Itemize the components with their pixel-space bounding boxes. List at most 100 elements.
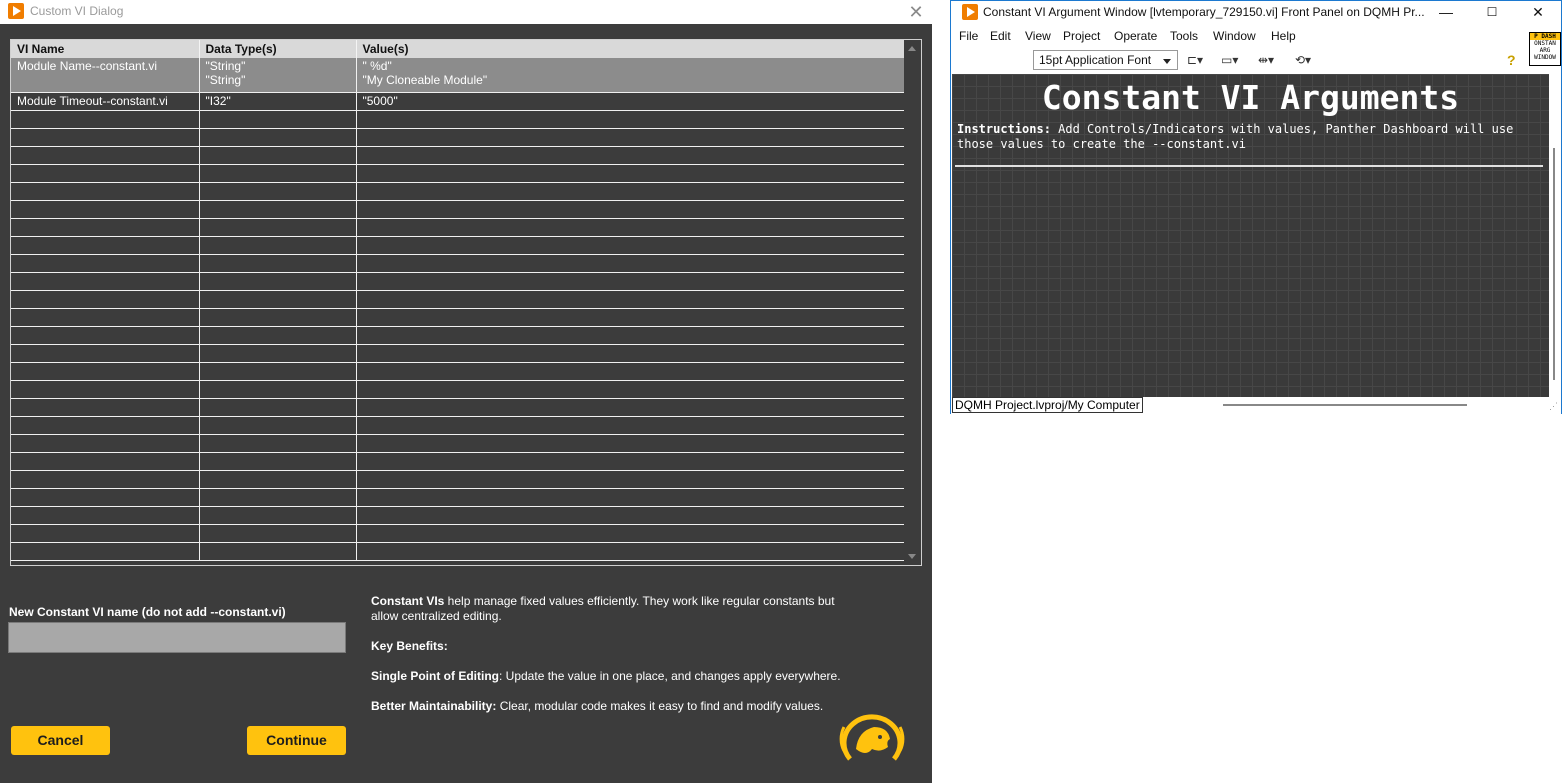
empty-cell[interactable] xyxy=(199,200,357,219)
menu-window[interactable]: Window xyxy=(1213,29,1256,43)
empty-cell[interactable] xyxy=(356,524,905,543)
constant-vi-table[interactable]: VI Name Data Type(s) Value(s) Module Nam… xyxy=(10,39,922,566)
empty-cell[interactable] xyxy=(199,218,357,237)
empty-cell[interactable] xyxy=(356,164,905,183)
empty-cell[interactable] xyxy=(356,344,905,363)
column-header-vi-name[interactable]: VI Name xyxy=(11,40,200,58)
table-row[interactable]: Module Name--constant.vi "String" "Strin… xyxy=(11,58,905,93)
front-panel-canvas[interactable]: Constant VI Arguments Instructions: Add … xyxy=(952,74,1549,397)
cell-vi-name[interactable]: Module Timeout--constant.vi xyxy=(11,92,200,111)
empty-cell[interactable] xyxy=(356,452,905,471)
empty-cell[interactable] xyxy=(11,434,200,453)
menu-file[interactable]: File xyxy=(959,29,978,43)
align-objects-icon[interactable]: ⊏▾ xyxy=(1187,52,1211,68)
vi-icon[interactable]: P DASH ONSTAN ARG WINDOW xyxy=(1529,32,1561,66)
cancel-button[interactable]: Cancel xyxy=(11,726,110,755)
empty-cell[interactable] xyxy=(199,362,357,381)
empty-cell[interactable] xyxy=(11,542,200,561)
empty-table-row[interactable] xyxy=(11,146,905,165)
empty-cell[interactable] xyxy=(11,290,200,309)
empty-cell[interactable] xyxy=(199,488,357,507)
menu-tools[interactable]: Tools xyxy=(1170,29,1198,43)
reorder-icon[interactable]: ⟲▾ xyxy=(1295,52,1319,68)
horizontal-scrollbar[interactable] xyxy=(1223,404,1467,406)
empty-cell[interactable] xyxy=(11,164,200,183)
empty-cell[interactable] xyxy=(199,470,357,489)
empty-cell[interactable] xyxy=(199,290,357,309)
resize-objects-icon[interactable]: ⇹▾ xyxy=(1258,52,1282,68)
empty-cell[interactable] xyxy=(11,380,200,399)
table-vertical-scrollbar[interactable] xyxy=(904,40,921,565)
empty-cell[interactable] xyxy=(11,416,200,435)
empty-cell[interactable] xyxy=(11,398,200,417)
empty-table-row[interactable] xyxy=(11,272,905,291)
empty-table-row[interactable] xyxy=(11,542,905,561)
empty-cell[interactable] xyxy=(356,416,905,435)
empty-cell[interactable] xyxy=(199,542,357,561)
empty-cell[interactable] xyxy=(11,308,200,327)
empty-cell[interactable] xyxy=(356,290,905,309)
scrollbar-thumb[interactable] xyxy=(1553,148,1555,380)
menu-view[interactable]: View xyxy=(1025,29,1051,43)
font-select[interactable]: 15pt Application Font xyxy=(1033,50,1178,70)
empty-cell[interactable] xyxy=(199,128,357,147)
empty-cell[interactable] xyxy=(11,452,200,471)
column-header-values[interactable]: Value(s) xyxy=(356,40,905,58)
empty-cell[interactable] xyxy=(356,272,905,291)
empty-cell[interactable] xyxy=(356,542,905,561)
cell-data-types[interactable]: "String" "String" xyxy=(199,58,357,93)
empty-cell[interactable] xyxy=(356,506,905,525)
empty-cell[interactable] xyxy=(356,146,905,165)
empty-table-row[interactable] xyxy=(11,362,905,381)
minimize-icon[interactable]: — xyxy=(1423,1,1469,23)
distribute-objects-icon[interactable]: ▭▾ xyxy=(1221,52,1245,68)
menu-project[interactable]: Project xyxy=(1063,29,1100,43)
empty-cell[interactable] xyxy=(356,110,905,129)
empty-table-row[interactable] xyxy=(11,326,905,345)
empty-cell[interactable] xyxy=(11,470,200,489)
empty-table-row[interactable] xyxy=(11,434,905,453)
scroll-down-arrow-icon[interactable] xyxy=(908,554,916,559)
empty-table-row[interactable] xyxy=(11,470,905,489)
empty-table-row[interactable] xyxy=(11,452,905,471)
menu-edit[interactable]: Edit xyxy=(990,29,1011,43)
empty-cell[interactable] xyxy=(11,218,200,237)
empty-cell[interactable] xyxy=(356,398,905,417)
empty-cell[interactable] xyxy=(199,434,357,453)
empty-cell[interactable] xyxy=(11,326,200,345)
close-icon[interactable]: ✕ xyxy=(906,2,926,22)
empty-table-row[interactable] xyxy=(11,110,905,129)
empty-cell[interactable] xyxy=(356,218,905,237)
empty-cell[interactable] xyxy=(11,488,200,507)
empty-cell[interactable] xyxy=(11,182,200,201)
close-icon[interactable]: ✕ xyxy=(1515,1,1561,23)
empty-cell[interactable] xyxy=(199,146,357,165)
empty-cell[interactable] xyxy=(11,506,200,525)
empty-cell[interactable] xyxy=(199,326,357,345)
empty-cell[interactable] xyxy=(11,362,200,381)
empty-table-row[interactable] xyxy=(11,344,905,363)
empty-cell[interactable] xyxy=(199,272,357,291)
empty-table-row[interactable] xyxy=(11,164,905,183)
empty-cell[interactable] xyxy=(199,506,357,525)
empty-cell[interactable] xyxy=(356,308,905,327)
empty-table-row[interactable] xyxy=(11,254,905,273)
table-row[interactable]: Module Timeout--constant.vi "I32" "5000" xyxy=(11,92,905,111)
empty-cell[interactable] xyxy=(356,182,905,201)
empty-cell[interactable] xyxy=(11,128,200,147)
cell-data-types[interactable]: "I32" xyxy=(199,92,357,111)
cell-vi-name[interactable]: Module Name--constant.vi xyxy=(11,58,200,93)
empty-cell[interactable] xyxy=(199,308,357,327)
menu-help[interactable]: Help xyxy=(1271,29,1296,43)
empty-cell[interactable] xyxy=(356,470,905,489)
menu-operate[interactable]: Operate xyxy=(1114,29,1157,43)
resize-grip-icon[interactable]: ⋰ xyxy=(1549,401,1559,411)
continue-button[interactable]: Continue xyxy=(247,726,346,755)
column-header-data-types[interactable]: Data Type(s) xyxy=(199,40,357,58)
empty-table-row[interactable] xyxy=(11,398,905,417)
empty-cell[interactable] xyxy=(199,110,357,129)
empty-cell[interactable] xyxy=(11,344,200,363)
new-constant-vi-name-input[interactable] xyxy=(8,622,346,653)
empty-table-row[interactable] xyxy=(11,308,905,327)
empty-table-row[interactable] xyxy=(11,506,905,525)
